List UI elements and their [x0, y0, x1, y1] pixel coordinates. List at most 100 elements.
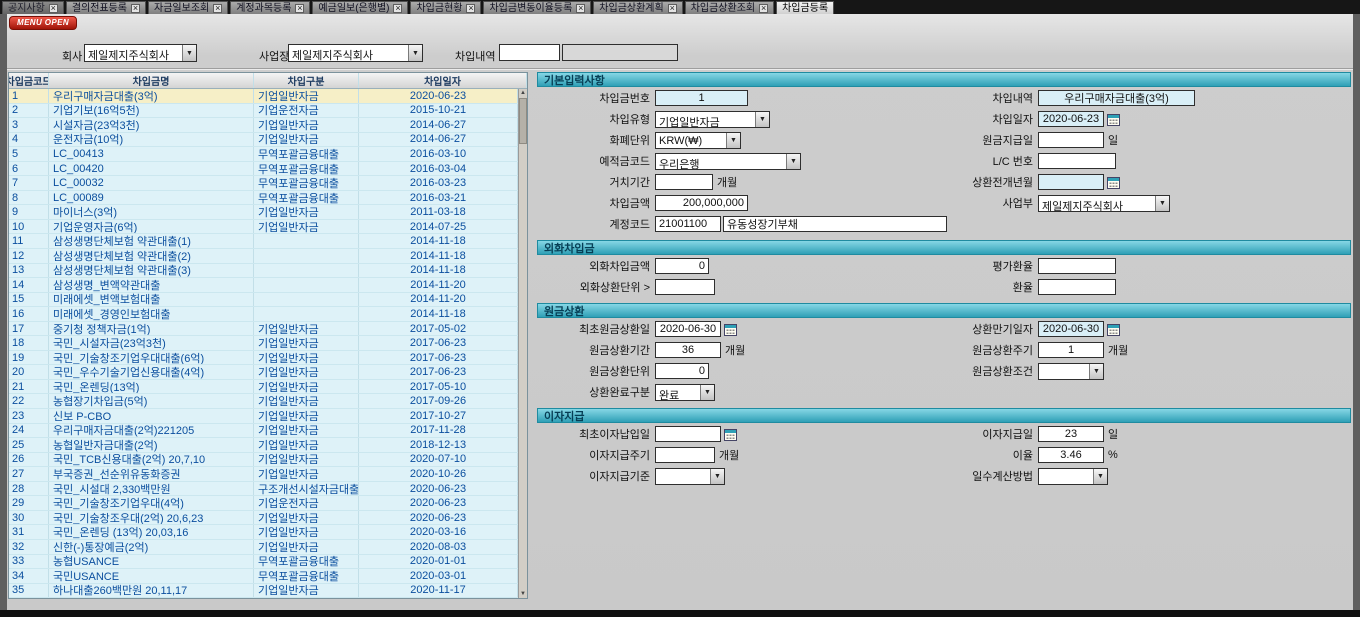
tab-close-icon[interactable]: × — [393, 4, 402, 13]
vertical-scrollbar[interactable]: ▲ ▼ — [518, 89, 527, 598]
grid-row-8[interactable]: 8LC_00089무역포괄금융대출2016-03-21 — [9, 191, 518, 206]
grid-row-13[interactable]: 13삼성생명단체보험 약관대출(3)2014-11-18 — [9, 264, 518, 279]
grid-row-1[interactable]: 1우리구매자금대출(3억)기업일반자금2020-06-23 — [9, 89, 518, 104]
calendar-icon[interactable] — [1107, 113, 1120, 126]
grid-row-29[interactable]: 29국민_기술창조기업우대(4억)기업운전자금2020-06-23 — [9, 496, 518, 511]
repay-condition-select[interactable]: ▼ — [1038, 363, 1104, 380]
repay-unit-field[interactable] — [655, 363, 709, 379]
grid-col-header[interactable]: 차입일자 — [359, 73, 527, 88]
grid-row-7[interactable]: 7LC_00032무역포괄금융대출2016-03-23 — [9, 176, 518, 191]
tab-2[interactable]: 자금일보조회× — [148, 1, 228, 14]
day-count-select[interactable]: ▼ — [1038, 468, 1108, 485]
grid-row-30[interactable]: 30국민_기술창조우대(2억) 20,6,23기업일반자금2020-06-23 — [9, 511, 518, 526]
grid-row-18[interactable]: 18국민_시설자금(23억3천)기업일반자금2017-06-23 — [9, 336, 518, 351]
exch-rate-field[interactable] — [1038, 279, 1116, 295]
fx-repay-unit-field[interactable] — [655, 279, 715, 295]
deposit-code-select[interactable]: 우리은행 ▼ — [655, 153, 801, 170]
grid-col-header[interactable]: 차입금코드 — [9, 73, 49, 88]
loan-amount-field[interactable] — [655, 195, 748, 211]
grid-row-4[interactable]: 4운전자금(10억)기업일반자금2014-06-27 — [9, 133, 518, 148]
grid-row-22[interactable]: 22농협장기차입금(5억)기업일반자금2017-09-26 — [9, 394, 518, 409]
grid-row-23[interactable]: 23신보 P-CBO기업일반자금2017-10-27 — [9, 409, 518, 424]
account-code-field[interactable] — [655, 216, 721, 232]
grid-row-28[interactable]: 28국민_시설대 2,330백만원구조개선시설자금대출2020-06-23 — [9, 482, 518, 497]
grid-row-32[interactable]: 32신한(-)통장예금(2억)기업일반자금2020-08-03 — [9, 540, 518, 555]
grid-row-11[interactable]: 11삼성생명단체보험 약관대출(1)2014-11-18 — [9, 234, 518, 249]
lc-number-field[interactable] — [1038, 153, 1116, 169]
grid-row-33[interactable]: 33농협USANCE무역포괄금융대출2020-01-01 — [9, 555, 518, 570]
repay-cycle-field[interactable] — [1038, 342, 1104, 358]
grid-row-34[interactable]: 34국민USANCE무역포괄금융대출2020-03-01 — [9, 569, 518, 584]
first-repay-date-field[interactable] — [655, 321, 721, 337]
tab-close-icon[interactable]: × — [131, 4, 140, 13]
fx-amount-field[interactable] — [655, 258, 709, 274]
grid-row-17[interactable]: 17중기청 정책자금(1억)기업일반자금2017-05-02 — [9, 322, 518, 337]
loan-date-field[interactable] — [1038, 111, 1104, 127]
tab-9[interactable]: 차입금등록 — [776, 1, 834, 14]
calendar-icon[interactable] — [1107, 323, 1120, 336]
tab-close-icon[interactable]: × — [576, 4, 585, 13]
tab-8[interactable]: 차입금상환조회× — [685, 1, 774, 14]
scrollbar-thumb[interactable] — [519, 98, 527, 144]
scroll-up-icon[interactable]: ▲ — [519, 89, 527, 97]
loan-desc-field[interactable] — [1038, 90, 1195, 106]
calendar-icon[interactable] — [1107, 176, 1120, 189]
tab-close-icon[interactable]: × — [759, 4, 768, 13]
tab-1[interactable]: 결의전표등록× — [66, 1, 146, 14]
calendar-icon[interactable] — [724, 323, 737, 336]
grid-row-5[interactable]: 5LC_00413무역포괄금융대출2016-03-10 — [9, 147, 518, 162]
principal-pay-day-field[interactable] — [1038, 132, 1104, 148]
grace-period-field[interactable] — [655, 174, 713, 190]
currency-select[interactable]: KRW(₩) ▼ — [655, 132, 741, 149]
grid-row-9[interactable]: 9마이너스(3억)기업일반자금2011-03-18 — [9, 205, 518, 220]
tab-0[interactable]: 공지사항× — [2, 1, 64, 14]
grid-row-19[interactable]: 19국민_기술창조기업우대대출(6억)기업일반자금2017-06-23 — [9, 351, 518, 366]
grid-row-25[interactable]: 25농협일반자금대출(2억)기업일반자금2018-12-13 — [9, 438, 518, 453]
loan-no-field[interactable] — [655, 90, 748, 106]
calendar-icon[interactable] — [724, 428, 737, 441]
grid-row-3[interactable]: 3시설자금(23억3천)기업일반자금2014-06-27 — [9, 118, 518, 133]
site-select[interactable]: 제일제지주식회사 ▼ — [288, 44, 423, 62]
menu-open-button[interactable]: MENU OPEN — [9, 16, 77, 30]
company-select[interactable]: 제일제지주식회사 ▼ — [84, 44, 197, 62]
grid-row-21[interactable]: 21국민_온렌딩(13억)기업일반자금2017-05-10 — [9, 380, 518, 395]
grid-row-2[interactable]: 2기업기보(16억5천)기업운전자금2015-10-21 — [9, 104, 518, 119]
scroll-down-icon[interactable]: ▼ — [519, 590, 527, 598]
grid-row-31[interactable]: 31국민_온렌딩 (13억) 20,03,16기업일반자금2020-03-16 — [9, 525, 518, 540]
grid-row-12[interactable]: 12삼성생명단체보험 약관대출(2)2014-11-18 — [9, 249, 518, 264]
tab-close-icon[interactable]: × — [295, 4, 304, 13]
grid-col-header[interactable]: 차입구분 — [254, 73, 359, 88]
grid-row-6[interactable]: 6LC_00420무역포괄금융대출2016-03-04 — [9, 162, 518, 177]
grid-row-14[interactable]: 14삼성생명_변액약관대출2014-11-20 — [9, 278, 518, 293]
division-select[interactable]: 제일제지주식회사 ▼ — [1038, 195, 1170, 212]
tab-6[interactable]: 차입금변동이율등록× — [483, 1, 591, 14]
grid-row-26[interactable]: 26국민_TCB신용대출(2억) 20,7,10기업일반자금2020-07-10 — [9, 453, 518, 468]
maturity-date-field[interactable] — [1038, 321, 1104, 337]
grid-row-35[interactable]: 35하나대출260백만원 20,11,17기업일반자금2020-11-17 — [9, 584, 518, 599]
tab-close-icon[interactable]: × — [668, 4, 677, 13]
grid-row-27[interactable]: 27부국증권_선순위유동화증권기업일반자금2020-10-26 — [9, 467, 518, 482]
repay-period-field[interactable] — [655, 342, 721, 358]
grid-row-10[interactable]: 10기업운영자금(6억)기업일반자금2014-07-25 — [9, 220, 518, 235]
repay-complete-select[interactable]: 완료 ▼ — [655, 384, 715, 401]
account-name-field[interactable] — [723, 216, 947, 232]
tab-close-icon[interactable]: × — [213, 4, 222, 13]
eval-rate-field[interactable] — [1038, 258, 1116, 274]
interest-rate-field[interactable] — [1038, 447, 1104, 463]
interest-basis-select[interactable]: ▼ — [655, 468, 725, 485]
tab-7[interactable]: 차입금상환계획× — [593, 1, 682, 14]
grid-row-15[interactable]: 15미래에셋_변액보험대출2014-11-20 — [9, 293, 518, 308]
first-interest-date-field[interactable] — [655, 426, 721, 442]
loan-type-select[interactable]: 기업일반자금 ▼ — [655, 111, 770, 128]
tab-5[interactable]: 차입금현황× — [410, 1, 481, 14]
grid-row-16[interactable]: 16미래에셋_경영인보험대출2014-11-18 — [9, 307, 518, 322]
interest-cycle-field[interactable] — [655, 447, 715, 463]
interest-day-field[interactable] — [1038, 426, 1104, 442]
tab-4[interactable]: 예금일보(은행별)× — [312, 1, 408, 14]
grid-col-header[interactable]: 차입금명 — [49, 73, 254, 88]
grid-row-24[interactable]: 24우리구매자금대출(2억)221205기업일반자금2017-11-28 — [9, 424, 518, 439]
grid-row-20[interactable]: 20국민_우수기술기업신용대출(4억)기업일반자금2017-06-23 — [9, 365, 518, 380]
repay-start-ym-field[interactable] — [1038, 174, 1104, 190]
tab-close-icon[interactable]: × — [466, 4, 475, 13]
tab-close-icon[interactable]: × — [49, 4, 58, 13]
